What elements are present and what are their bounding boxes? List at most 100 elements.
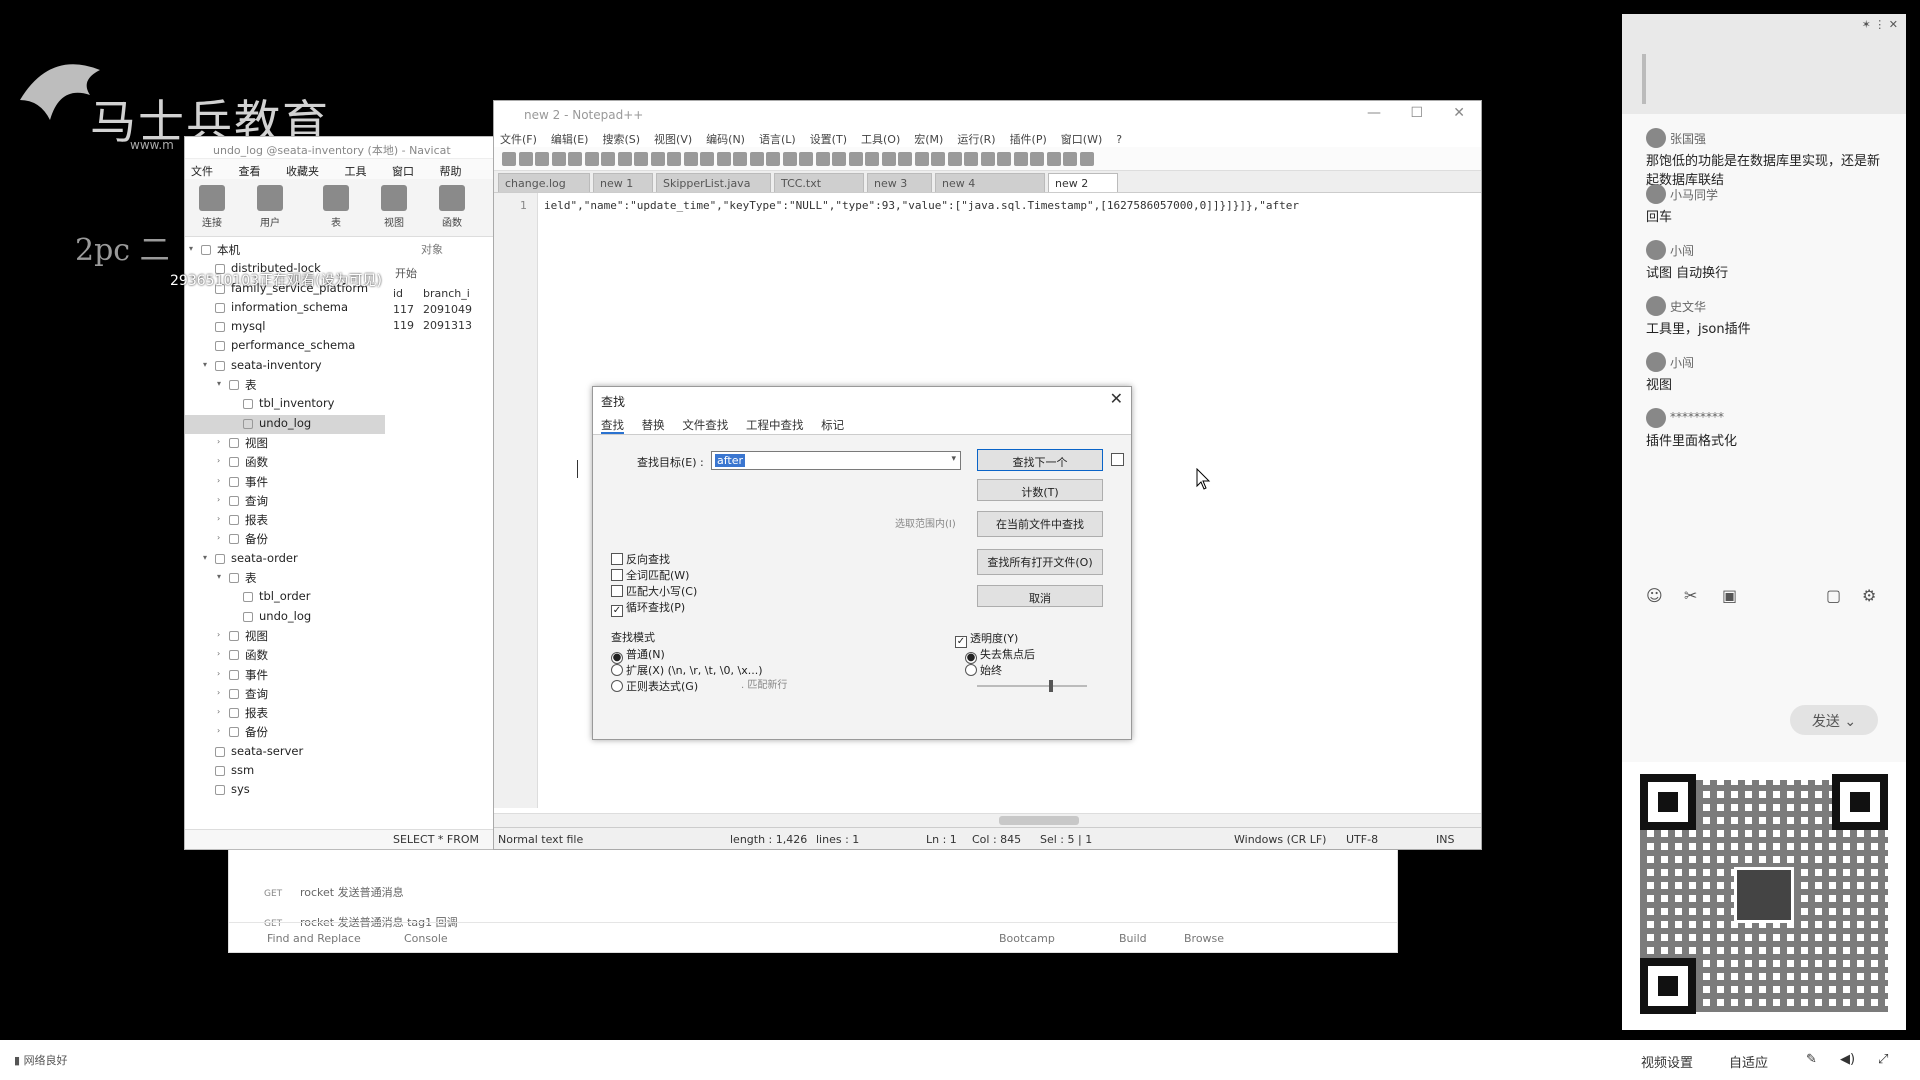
dotall-checkbox[interactable]: . 匹配新行 [741,676,787,691]
menu-item[interactable]: 视图(V) [654,133,692,146]
tree-item[interactable]: › 视图 [185,434,385,453]
chevron-down-icon[interactable]: ▾ [203,360,207,369]
menu-item[interactable]: ? [1116,133,1122,146]
cell[interactable]: 2091313 [423,319,472,332]
video-settings-button[interactable]: 视频设置 [1641,1052,1693,1071]
tree-item[interactable]: › 函数 [185,453,385,472]
menu-item[interactable]: 运行(R) [957,133,995,146]
chevron-right-icon[interactable]: › [217,533,220,542]
option-checkbox[interactable]: ✓ 循环查找(P) [611,599,685,617]
chevron-right-icon[interactable]: › [217,495,220,504]
chevron-right-icon[interactable]: › [217,669,220,678]
bootcamp-button[interactable]: Bootcamp [999,932,1055,945]
emoji-icon[interactable]: ☺ [1646,586,1663,605]
toolbar-icon[interactable] [518,152,533,166]
toolbar-icon[interactable] [667,152,681,166]
toolbar-icon[interactable] [964,152,978,166]
menu-window[interactable]: 窗口 [392,165,414,178]
tree-item[interactable]: performance_schema [185,337,385,356]
scroll-thumb[interactable] [999,816,1079,825]
toolbar-icon[interactable] [1063,152,1077,166]
editor-tab[interactable]: new 3 [867,173,932,192]
close-icon[interactable]: ✕ [1453,105,1465,121]
tree-item[interactable]: ▾ 表 [185,569,385,588]
tree-item[interactable]: › 查询 [185,492,385,511]
console-button[interactable]: Console [404,932,448,945]
toolbar-icon[interactable] [881,152,896,166]
toolbar-icon[interactable] [1030,152,1044,166]
scissors-icon[interactable]: ✂ [1684,586,1697,605]
toolbar-icon[interactable] [997,152,1011,166]
toolbar-icon[interactable] [931,152,945,166]
tree-item[interactable]: ▾ 表 [185,376,385,395]
toolbar-icon[interactable] [535,152,549,166]
settings-icon[interactable]: ⚙ [1862,586,1876,605]
panel-controls-icon[interactable]: ✶ ⋮ ✕ [1862,18,1898,31]
toolbar-icon[interactable] [584,152,599,166]
find-next-button[interactable]: 查找下一个 [977,449,1103,471]
tree-item[interactable]: › 报表 [185,511,385,530]
menu-help[interactable]: 帮助 [440,165,462,178]
toolbar-icon[interactable] [634,152,648,166]
option-checkbox[interactable]: 全词匹配(W) [611,567,689,583]
toolbar-icon[interactable] [1013,152,1028,166]
pen-icon[interactable]: ✎ [1806,1052,1817,1067]
menu-item[interactable]: 文件(F) [500,133,537,146]
volume-icon[interactable]: ◀) [1840,1052,1855,1067]
toolbar-icon[interactable] [848,152,863,166]
build-button[interactable]: Build [1119,932,1147,945]
editor-tab[interactable]: new 1 [593,173,653,192]
search-mode-radio[interactable]: 正则表达式(G) [611,678,698,694]
tab-replace[interactable]: 替换 [642,418,665,432]
editor-tab[interactable]: SkipperList.java [656,173,771,192]
menu-item[interactable]: 编码(N) [706,133,745,146]
tree-item[interactable]: › 事件 [185,473,385,492]
chevron-right-icon[interactable]: › [217,456,220,465]
tab-find-in-files[interactable]: 文件查找 [682,418,728,432]
tab-mark[interactable]: 标记 [821,418,844,432]
tree-item[interactable]: tbl_inventory [185,395,385,414]
toolbar-icon[interactable] [601,152,615,166]
chevron-down-icon[interactable]: ▾ [189,244,193,253]
adaptive-button[interactable]: 自适应 [1729,1052,1768,1071]
transparency-slider[interactable] [977,680,1087,692]
close-icon[interactable]: ✕ [1110,389,1123,408]
tree-item[interactable]: ▾ seata-order [185,550,385,569]
tree-item[interactable]: ssm [185,762,385,781]
toolbar-icon[interactable] [898,152,912,166]
toolbar-icon[interactable] [832,152,846,166]
toolbar-icon[interactable] [716,152,731,166]
toolbar-icon[interactable] [1046,152,1061,166]
image-icon[interactable]: ▣ [1722,586,1737,605]
menu-item[interactable]: 窗口(W) [1061,133,1102,146]
tree-item[interactable]: seata-server [185,743,385,762]
toolbar-icon[interactable] [782,152,797,166]
chevron-right-icon[interactable]: › [217,707,220,716]
find-all-open-button[interactable]: 查找所有打开文件(O) [977,549,1103,575]
begin-transaction-button[interactable]: 开始 [395,265,417,281]
user-button[interactable]: 用户 [247,185,293,229]
tab-find-in-project[interactable]: 工程中查找 [746,418,804,432]
chevron-right-icon[interactable]: › [217,649,220,658]
tree-item[interactable]: information_schema [185,299,385,318]
tree-item[interactable]: › 备份 [185,530,385,549]
chevron-right-icon[interactable]: › [217,476,220,485]
toolbar-icon[interactable] [617,152,632,166]
menu-item[interactable]: 设置(T) [810,133,847,146]
find-in-current-button[interactable]: 在当前文件中查找 [977,511,1103,537]
chevron-down-icon[interactable]: ▾ [951,454,956,464]
cell[interactable]: 2091049 [423,303,472,316]
sticky-checkbox[interactable] [1111,453,1124,466]
tree-item[interactable]: sys [185,781,385,800]
menu-favorites[interactable]: 收藏夹 [286,165,319,178]
request-item[interactable]: GET rocket 发送普通消息 [264,884,404,900]
tree-item[interactable]: ▾ seata-inventory [185,357,385,376]
minimize-icon[interactable]: — [1367,105,1381,121]
chevron-down-icon[interactable]: ▾ [217,379,221,388]
chevron-down-icon[interactable]: ▾ [217,572,221,581]
bookmark-icon[interactable]: ▢ [1826,586,1841,605]
browse-button[interactable]: Browse [1184,932,1224,945]
toolbar-icon[interactable] [502,152,516,166]
toolbar-icon[interactable] [766,152,780,166]
toolbar-icon[interactable] [650,152,665,166]
